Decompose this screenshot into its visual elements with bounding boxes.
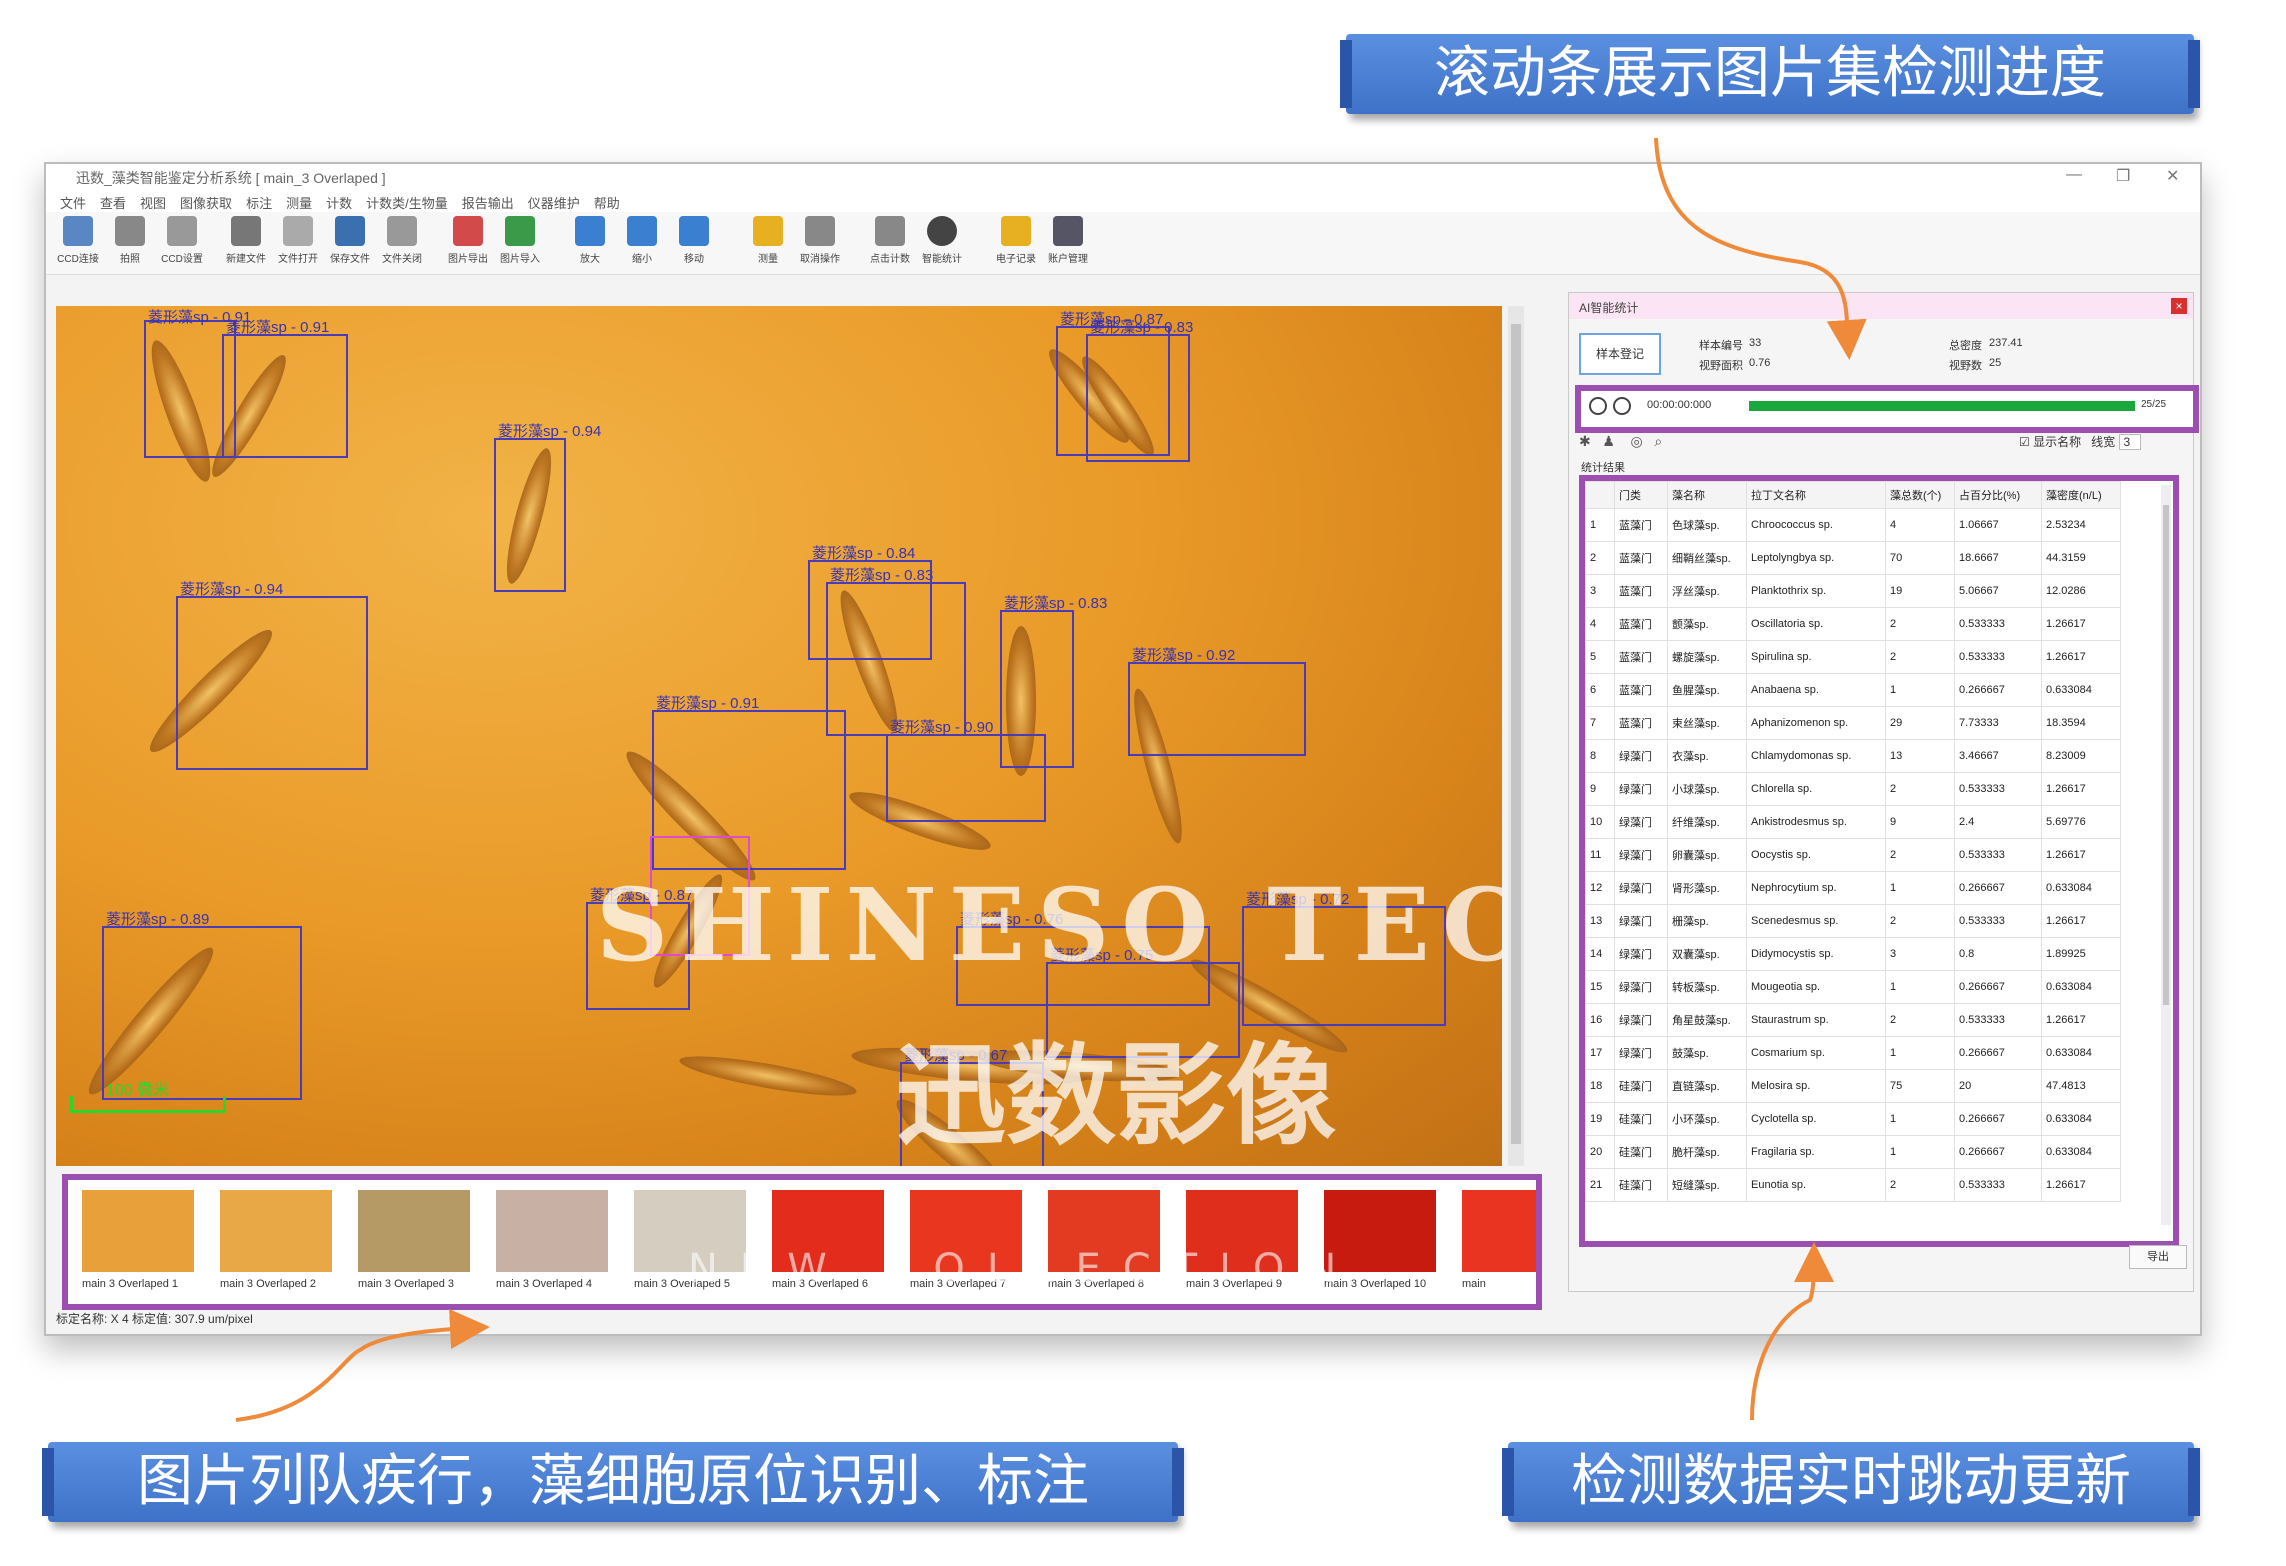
arrow-to-thumbnails bbox=[235, 1309, 490, 1422]
arrow-to-progress bbox=[1654, 137, 1867, 360]
arrow-to-table bbox=[1750, 1242, 1834, 1421]
callout-arrows bbox=[235, 137, 1867, 1422]
